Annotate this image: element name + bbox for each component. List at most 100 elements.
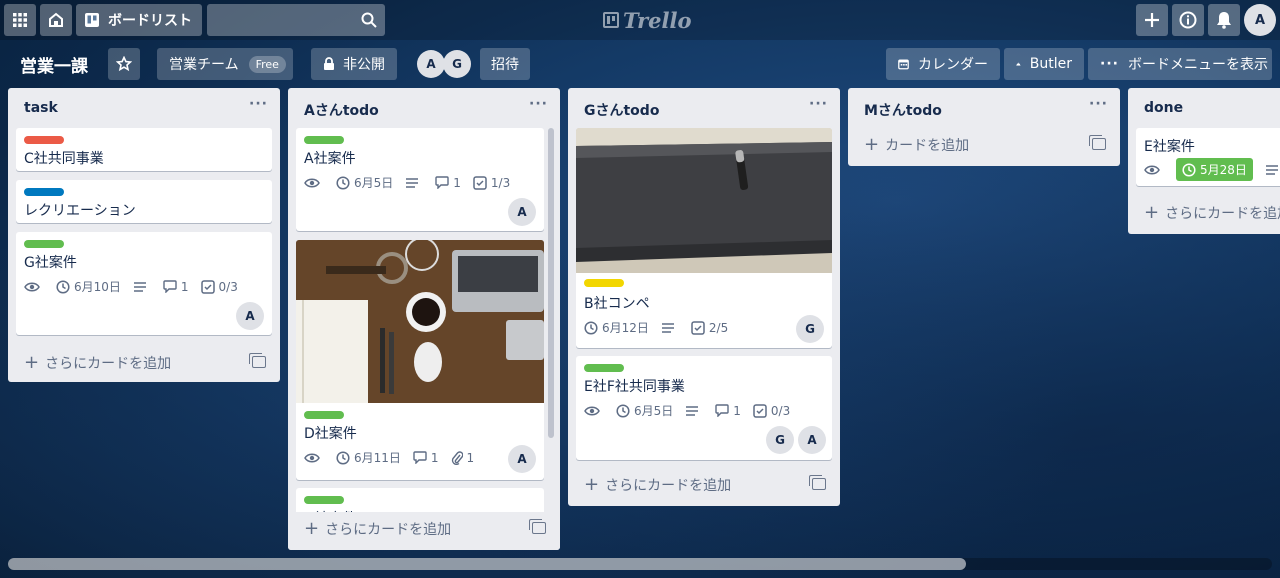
due-date: 6月11日 — [354, 451, 401, 465]
search-input[interactable] — [207, 4, 385, 36]
list-menu-icon[interactable]: ··· — [809, 96, 828, 112]
comment-icon — [163, 280, 177, 293]
list-title[interactable]: Mさんtodo — [864, 100, 942, 120]
list-g-todo: Gさんtodo ··· B社コンペ 6月12日 2/5 G E社F社共同事業 6… — [568, 88, 840, 506]
card-member-avatar[interactable]: G — [796, 315, 824, 343]
board-title[interactable]: 営業一課 — [20, 52, 88, 77]
card-badges: 6月11日 1 1 — [304, 449, 486, 466]
description-badge — [405, 177, 423, 189]
card-label-green[interactable] — [584, 364, 624, 372]
clock-icon — [336, 450, 350, 465]
lock-icon — [324, 57, 334, 70]
description-icon — [406, 177, 419, 188]
butler-button[interactable]: Butler — [1004, 48, 1084, 80]
add-card-label: カードを追加 — [885, 137, 970, 154]
add-card-button[interactable]: + さらにカードを追加 — [24, 352, 171, 373]
checklist-badge: 1/3 — [473, 176, 510, 190]
list-done-viewport: done E社案件 5月28日 + さらにカードを追加 — [1128, 88, 1280, 234]
show-menu-button[interactable]: ··· ボードメニューを表示 — [1088, 48, 1272, 80]
checklist-icon — [473, 175, 487, 190]
card[interactable]: E社案件 5月28日 — [1136, 128, 1280, 186]
board-scrollbar-thumb[interactable] — [8, 558, 966, 570]
add-card-label: さらにカードを追加 — [45, 355, 172, 372]
list-scrollbar[interactable] — [548, 128, 554, 438]
star-button[interactable] — [108, 48, 140, 80]
boards-button[interactable]: ボードリスト — [76, 4, 202, 36]
member-initial: A — [517, 205, 527, 219]
paperclip-icon — [451, 450, 463, 465]
card-member-avatar[interactable]: A — [508, 445, 536, 473]
card-title: レクリエーション — [24, 203, 136, 219]
list-menu-icon[interactable]: ··· — [1089, 96, 1108, 112]
list-m-todo: Mさんtodo ··· + カードを追加 — [848, 88, 1120, 166]
card-template-icon[interactable] — [249, 353, 266, 368]
checklist-badge: 0/3 — [200, 280, 238, 294]
card-label-green[interactable] — [304, 411, 344, 419]
card[interactable]: レクリエーション — [16, 180, 272, 223]
member-avatar-g[interactable]: G — [443, 50, 471, 78]
card-template-icon[interactable] — [529, 519, 546, 534]
checklist-count: 0/3 — [770, 403, 791, 418]
list-menu-icon[interactable]: ··· — [249, 96, 268, 112]
add-card-button[interactable]: + カードを追加 — [864, 134, 969, 155]
card-label-red[interactable] — [24, 136, 64, 144]
due-badge: 6月5日 — [616, 402, 673, 419]
clock-icon — [56, 279, 70, 294]
card-member-avatar[interactable]: A — [236, 302, 264, 330]
card-label-green[interactable] — [24, 240, 64, 248]
plus-icon: + — [304, 518, 320, 539]
add-card-button[interactable]: + さらにカードを追加 — [1144, 202, 1280, 223]
card-label-green[interactable] — [304, 136, 344, 144]
trello-logo[interactable]: Trello — [603, 8, 692, 33]
description-badge — [661, 322, 679, 334]
user-initial: A — [1254, 12, 1266, 28]
list-title[interactable]: Gさんtodo — [584, 100, 659, 120]
description-badge — [133, 281, 151, 293]
card-badges: 6月12日 2/5 — [584, 319, 740, 336]
calendar-icon — [898, 59, 909, 70]
card[interactable]: G社案件 6月10日 1 0/3 A — [16, 232, 272, 335]
card-badges: 5月28日 — [1144, 158, 1280, 181]
list-title[interactable]: task — [24, 100, 58, 116]
invite-button[interactable]: 招待 — [480, 48, 530, 80]
due-date: 6月5日 — [354, 176, 394, 190]
member-initial: A — [245, 309, 255, 323]
card-title: B社コンペ — [584, 296, 650, 312]
user-avatar[interactable]: A — [1244, 4, 1276, 36]
card[interactable]: C社共同事業 — [16, 128, 272, 171]
apps-button[interactable] — [4, 4, 36, 36]
visibility-label: 非公開 — [343, 57, 385, 73]
card-template-icon[interactable] — [1089, 135, 1106, 150]
card[interactable]: A社案件 6月5日 1 1/3 A — [296, 128, 544, 231]
card[interactable]: E社F社共同事業 6月5日 1 0/3 G A — [576, 356, 832, 460]
board-header: 営業一課 営業チーム Free 非公開 A G 招待 カレンダー Butler … — [0, 44, 1280, 84]
list-menu-icon[interactable]: ··· — [529, 96, 548, 112]
card-member-avatar[interactable]: A — [798, 426, 826, 454]
list-title[interactable]: Aさんtodo — [304, 100, 379, 120]
card-label-green[interactable] — [304, 496, 344, 504]
card[interactable]: B社コンペ 6月12日 2/5 G — [576, 128, 832, 348]
create-button[interactable] — [1136, 4, 1168, 36]
card[interactable]: D社案件 6月11日 1 1 A — [296, 240, 544, 480]
notifications-button[interactable] — [1208, 4, 1240, 36]
card-label-yellow[interactable] — [584, 279, 624, 287]
visibility-button[interactable]: 非公開 — [311, 48, 397, 80]
info-button[interactable] — [1172, 4, 1204, 36]
search-icon — [361, 12, 377, 28]
add-card-button[interactable]: + さらにカードを追加 — [304, 518, 451, 539]
home-button[interactable] — [40, 4, 72, 36]
card-member-avatar[interactable]: G — [766, 426, 794, 454]
member-avatar-a[interactable]: A — [417, 50, 445, 78]
butler-icon — [1016, 62, 1021, 66]
team-button[interactable]: 営業チーム Free — [157, 48, 293, 80]
card-title: A社案件 — [304, 151, 356, 167]
calendar-button[interactable]: カレンダー — [886, 48, 1000, 80]
checklist-badge: 2/5 — [691, 321, 728, 335]
add-card-button[interactable]: + さらにカードを追加 — [584, 474, 731, 495]
due-date: 6月12日 — [602, 321, 649, 335]
card-member-avatar[interactable]: A — [508, 198, 536, 226]
list-title[interactable]: done — [1144, 100, 1183, 116]
card-label-blue[interactable] — [24, 188, 64, 196]
due-date: 6月10日 — [74, 280, 121, 294]
card-template-icon[interactable] — [809, 475, 826, 490]
